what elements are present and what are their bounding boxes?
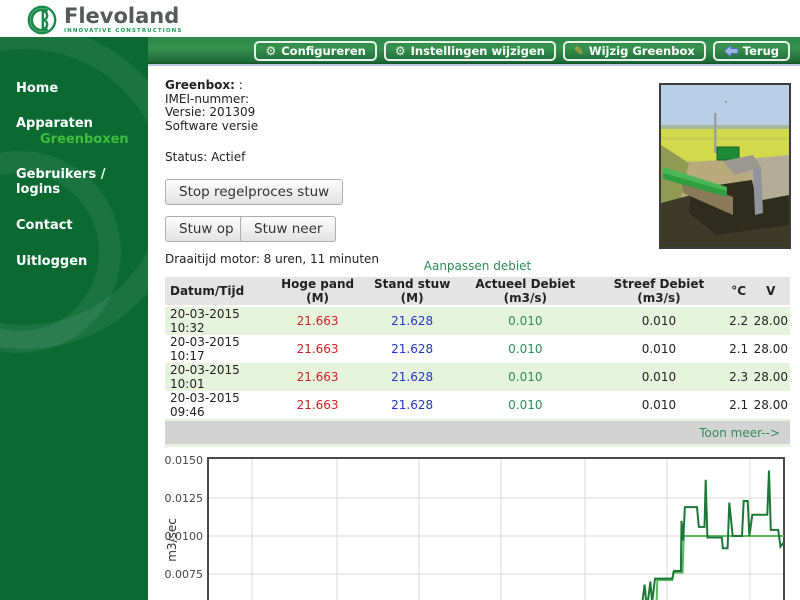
brand-tagline: INNOVATIVE CONSTRUCTIONS <box>64 28 182 34</box>
gear-icon: ⚙ <box>395 45 406 57</box>
sidebar-menu: Home Apparaten Greenboxen Gebruikers / l… <box>0 37 148 269</box>
pencil-icon: ✎ <box>574 45 584 57</box>
cell-datum: 20-03-2015 10:32 <box>165 306 269 335</box>
sidebar-item-contact[interactable]: Contact <box>16 218 148 233</box>
wijzig-greenbox-label: Wijzig Greenbox <box>589 44 695 58</box>
col-voltage: V <box>752 277 790 306</box>
status-line: Status: Actief <box>165 150 245 164</box>
cell-datum: 20-03-2015 09:46 <box>165 391 269 419</box>
svg-text:m3/sec: m3/sec <box>165 518 179 562</box>
table-row: 20-03-2015 10:17 21.663 21.628 0.010 0.0… <box>165 335 790 363</box>
cell-hoge-pand: 21.663 <box>269 391 366 419</box>
sidebar: Home Apparaten Greenboxen Gebruikers / l… <box>0 37 148 600</box>
cell-hoge-pand: 21.663 <box>269 335 366 363</box>
wijzig-greenbox-button[interactable]: ✎ Wijzig Greenbox <box>563 41 706 61</box>
software-line: Software versie <box>165 120 258 134</box>
stop-regelproces-button[interactable]: Stop regelproces stuw <box>165 179 343 205</box>
sidebar-item-home[interactable]: Home <box>16 81 148 96</box>
toon-meer-link[interactable]: Toon meer--> <box>699 426 780 440</box>
cell-streef-debiet: 0.010 <box>592 391 726 419</box>
flevoland-logo-icon <box>26 4 58 36</box>
cell-temperatuur: 2.1 <box>726 335 752 363</box>
cell-streef-debiet: 0.010 <box>592 363 726 391</box>
col-actueel-debiet: Actueel Debiet (m3/s) <box>458 277 592 306</box>
cell-hoge-pand: 21.663 <box>269 306 366 335</box>
greenbox-photo <box>659 83 791 249</box>
table-row: 20-03-2015 10:01 21.663 21.628 0.010 0.0… <box>165 363 790 391</box>
cell-streef-debiet: 0.010 <box>592 306 726 335</box>
table-footer: Toon meer--> <box>165 421 790 444</box>
sidebar-item-uitloggen[interactable]: Uitloggen <box>16 254 148 269</box>
col-streef-debiet: Streef Debiet (m3/s) <box>592 277 726 306</box>
col-hoge-pand: Hoge pand (M) <box>269 277 366 306</box>
col-datum-tijd: Datum/Tijd <box>165 277 269 306</box>
svg-text:0.0150: 0.0150 <box>165 454 203 467</box>
sidebar-item-gebruikers[interactable]: Gebruikers / logins <box>16 167 148 197</box>
debiet-chart-svg: 0.01500.01250.01000.0075m3/sec <box>165 450 790 600</box>
main-content: Greenbox: : IMEI-nummer: Versie: 201309 … <box>148 68 800 600</box>
cell-stand-stuw: 21.628 <box>366 391 459 419</box>
arrow-left-icon <box>724 45 738 57</box>
stuw-neer-button[interactable]: Stuw neer <box>240 216 336 242</box>
imei-line: IMEI-nummer: <box>165 93 258 107</box>
versie-line: Versie: 201309 <box>165 106 258 120</box>
cell-temperatuur: 2.2 <box>726 306 752 335</box>
aanpassen-debiet-link[interactable]: Aanpassen debiet <box>165 259 790 273</box>
logo-text: Flevoland INNOVATIVE CONSTRUCTIONS <box>64 4 182 34</box>
sidebar-item-greenboxen[interactable]: Greenboxen <box>16 132 148 147</box>
terug-label: Terug <box>743 44 779 58</box>
table-row: 20-03-2015 10:32 21.663 21.628 0.010 0.0… <box>165 306 790 335</box>
table-header: Datum/Tijd Hoge pand (M) Stand stuw (M) … <box>165 277 790 306</box>
cell-actueel-debiet: 0.010 <box>458 391 592 419</box>
instellingen-label: Instellingen wijzigen <box>411 44 545 58</box>
device-name-value: : <box>239 78 243 92</box>
gear-icon: ⚙ <box>265 45 276 57</box>
cell-actueel-debiet: 0.010 <box>458 335 592 363</box>
cell-temperatuur: 2.1 <box>726 391 752 419</box>
instellingen-wijzigen-button[interactable]: ⚙ Instellingen wijzigen <box>384 41 556 61</box>
device-info: Greenbox: : IMEI-nummer: Versie: 201309 … <box>165 79 258 133</box>
debiet-chart: 0.01500.01250.01000.0075m3/sec <box>165 450 790 600</box>
cell-voltage: 28.00 <box>752 391 790 419</box>
configureren-button[interactable]: ⚙ Configureren <box>254 41 376 61</box>
col-temperatuur: °C <box>726 277 752 306</box>
flevoland-logo: Flevoland INNOVATIVE CONSTRUCTIONS <box>26 4 182 36</box>
cell-streef-debiet: 0.010 <box>592 335 726 363</box>
device-name-line: Greenbox: : <box>165 79 258 93</box>
cell-stand-stuw: 21.628 <box>366 306 459 335</box>
cell-voltage: 28.00 <box>752 306 790 335</box>
col-stand-stuw: Stand stuw (M) <box>366 277 459 306</box>
cell-voltage: 28.00 <box>752 363 790 391</box>
cell-datum: 20-03-2015 10:01 <box>165 363 269 391</box>
cell-stand-stuw: 21.628 <box>366 335 459 363</box>
stuw-op-button[interactable]: Stuw op <box>165 216 248 242</box>
cell-stand-stuw: 21.628 <box>366 363 459 391</box>
configureren-label: Configureren <box>281 44 366 58</box>
toolbar: ⚙ Configureren ⚙ Instellingen wijzigen ✎… <box>148 37 800 66</box>
cell-temperatuur: 2.3 <box>726 363 752 391</box>
cell-hoge-pand: 21.663 <box>269 363 366 391</box>
device-name-label: Greenbox: <box>165 78 235 92</box>
greenbox-detail-page: Flevoland INNOVATIVE CONSTRUCTIONS ⚙ Con… <box>0 0 800 600</box>
cell-voltage: 28.00 <box>752 335 790 363</box>
cell-actueel-debiet: 0.010 <box>458 306 592 335</box>
svg-text:0.0075: 0.0075 <box>165 568 203 581</box>
brand-name: Flevoland <box>64 4 182 28</box>
cell-actueel-debiet: 0.010 <box>458 363 592 391</box>
terug-button[interactable]: Terug <box>713 41 790 61</box>
table-row: 20-03-2015 09:46 21.663 21.628 0.010 0.0… <box>165 391 790 419</box>
sidebar-item-apparaten[interactable]: Apparaten <box>16 116 148 131</box>
app-header: Flevoland INNOVATIVE CONSTRUCTIONS <box>0 0 800 37</box>
svg-text:0.0125: 0.0125 <box>165 492 203 505</box>
cell-datum: 20-03-2015 10:17 <box>165 335 269 363</box>
